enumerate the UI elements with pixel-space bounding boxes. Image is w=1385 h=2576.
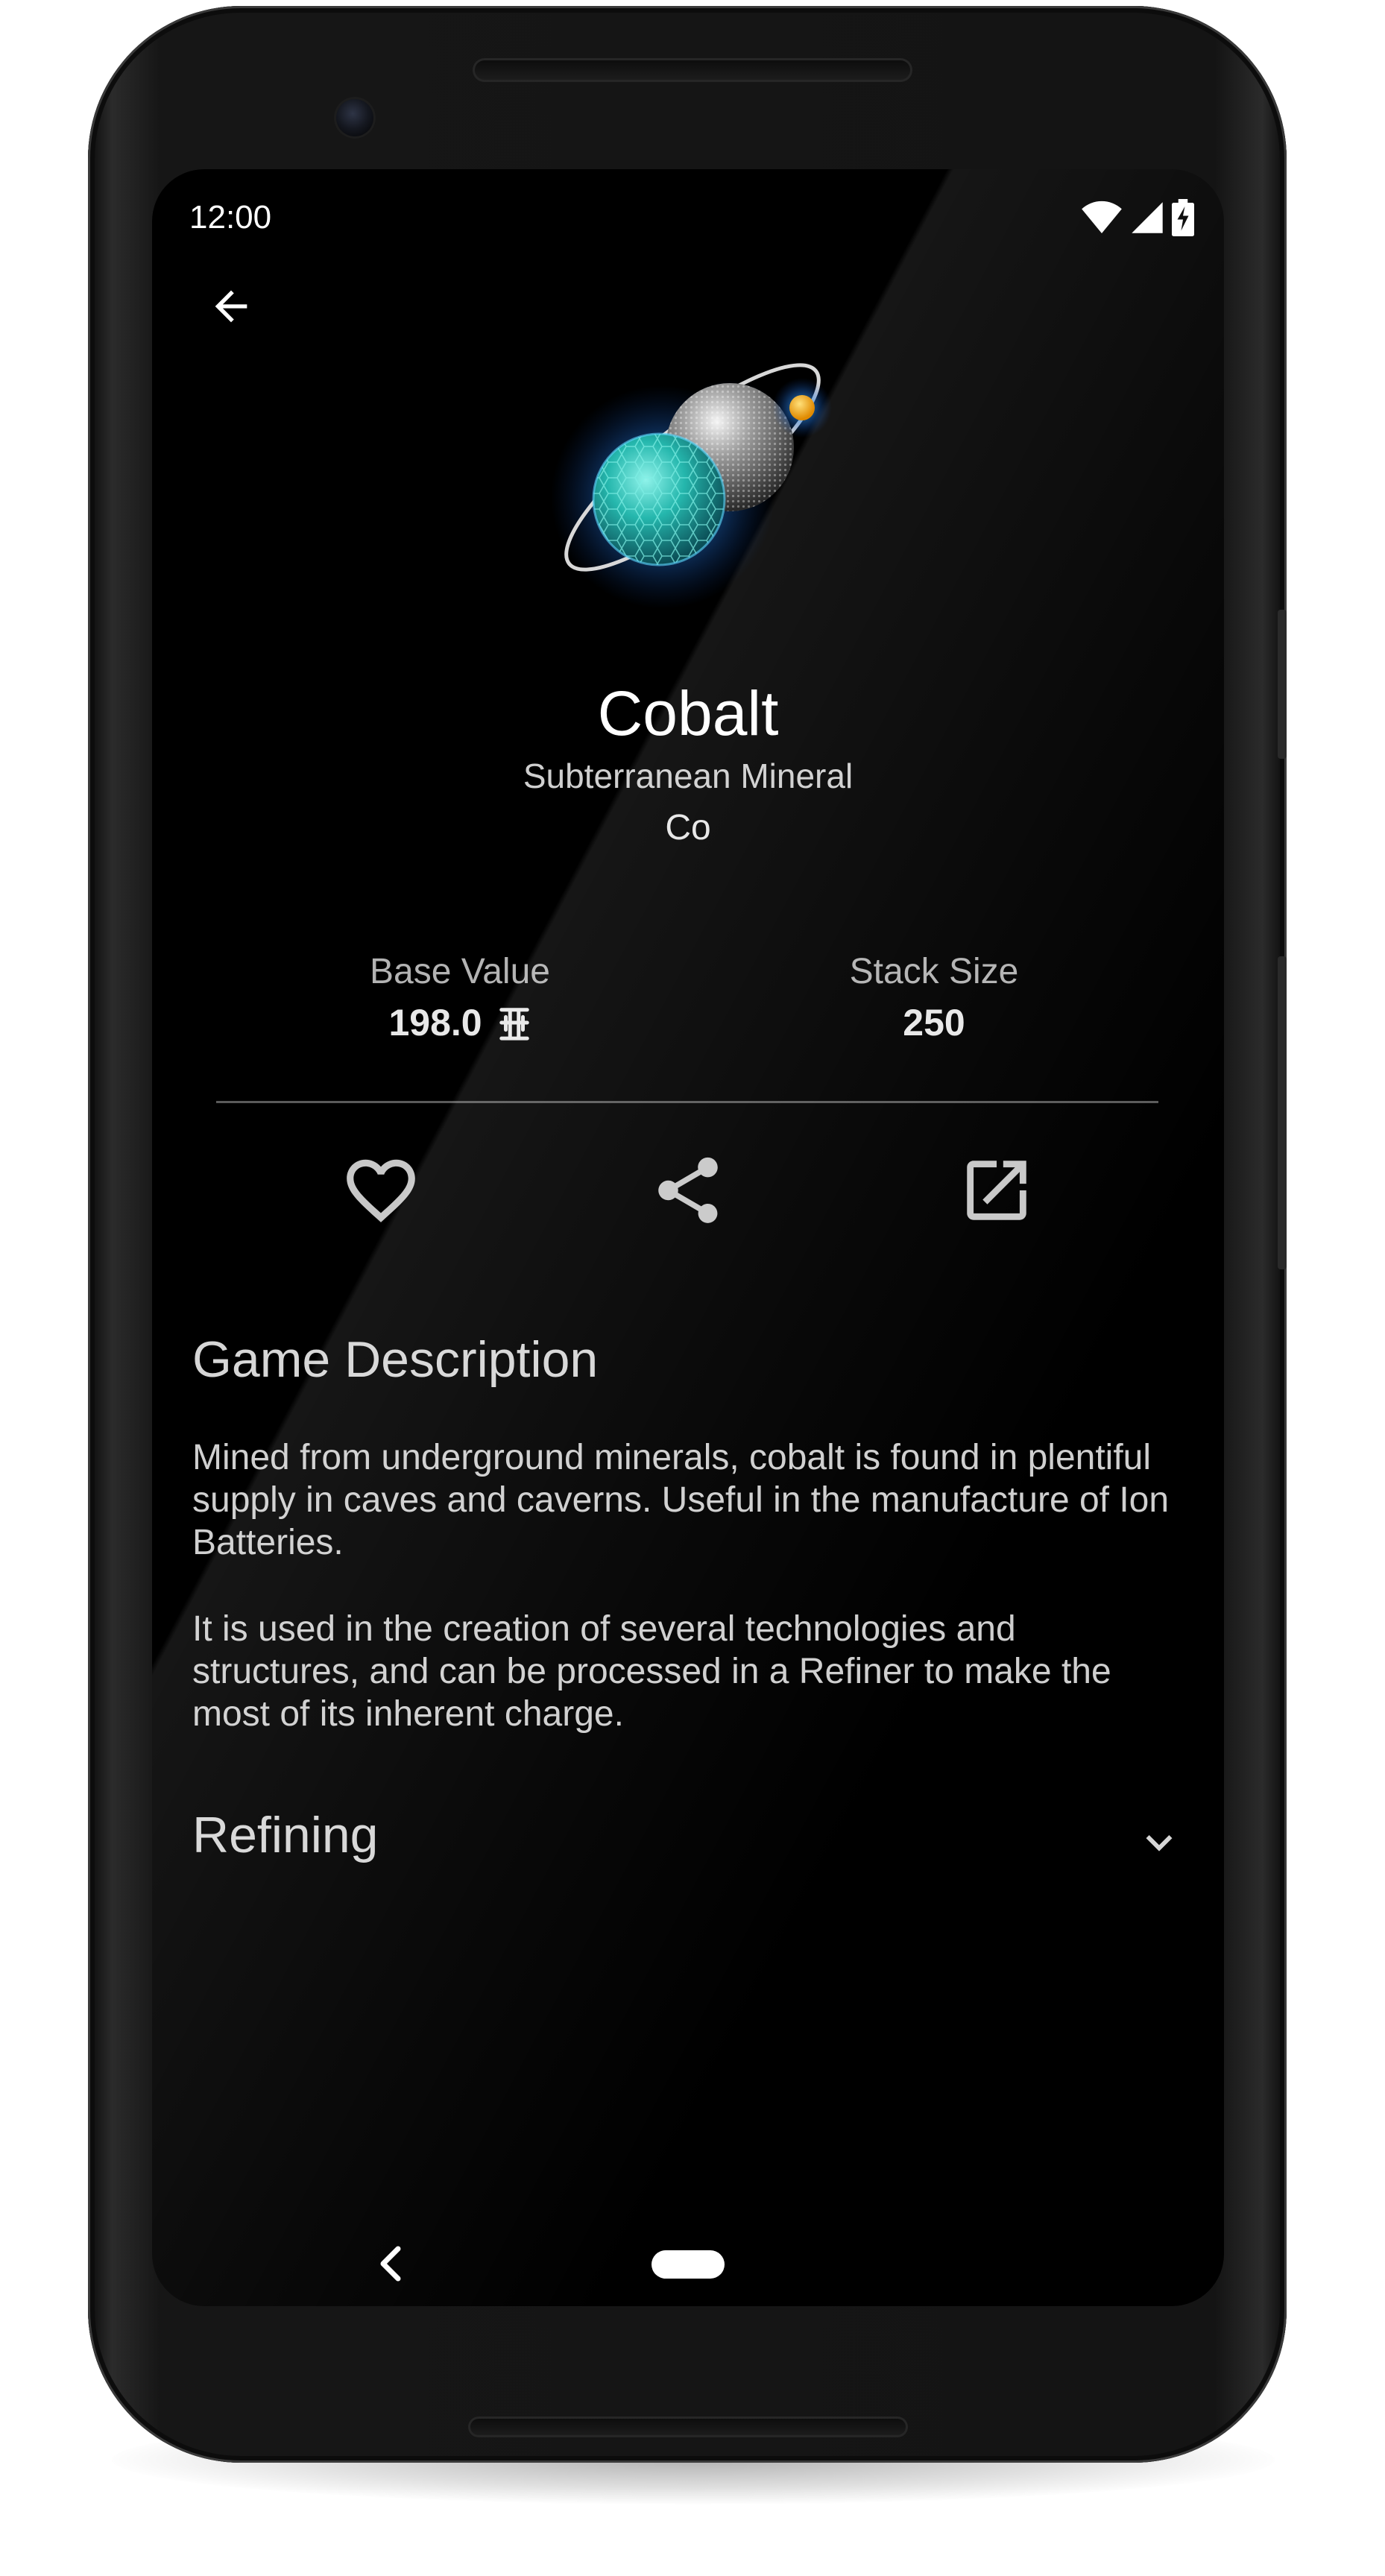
description-title: Game Description [192,1331,599,1388]
back-button[interactable] [191,266,271,347]
bottom-speaker [468,2416,908,2437]
nav-back-icon [380,2246,401,2282]
nav-back-button[interactable] [353,2226,428,2301]
description-paragraph-1: Mined from underground minerals, cobalt … [192,1438,1170,1562]
arrow-back-icon [215,290,247,323]
base-value-amount: 198.0 [388,1002,482,1044]
status-time: 12:00 [189,199,272,236]
description-paragraph-2: It is used in the creation of several te… [192,1609,1111,1734]
stack-size: 250 [903,1002,965,1044]
battery-charging-icon [1172,199,1194,236]
base-value-stat: Base Value 198.0 [274,948,646,1049]
base-value: 198.0 [274,996,646,1049]
volume-button [1278,956,1287,1269]
top-speaker [473,58,912,82]
chevron-down-icon [1146,1835,1173,1852]
base-value-label: Base Value [370,952,550,991]
wifi-icon [1082,201,1122,233]
nav-home-pill[interactable] [652,2250,725,2279]
cell-signal-icon [1132,202,1163,233]
heart-outline-icon [347,1159,415,1222]
stack-size-stat: Stack Size 250 [748,948,1120,1049]
item-symbol: Co [665,808,711,847]
divider [216,1101,1158,1103]
units-currency-icon [499,1008,529,1041]
stack-size-label: Stack Size [849,952,1019,991]
front-camera [334,97,376,139]
refining-expand-button[interactable] [1118,1802,1200,1884]
favourite-button[interactable] [329,1138,433,1243]
app-screen: 12:00 Cobalt Subterranean Mineral Co Bas… [152,169,1224,2306]
refining-title[interactable]: Refining [192,1802,379,1869]
share-button[interactable] [636,1138,740,1243]
status-icons [1081,192,1194,244]
item-category: Subterranean Mineral [523,757,854,795]
open-external-button[interactable] [944,1138,1049,1243]
cobalt-atom-icon [551,363,832,609]
power-button [1278,610,1287,759]
open-external-icon [967,1161,1026,1220]
item-name: Cobalt [597,678,779,748]
share-icon [658,1157,718,1223]
